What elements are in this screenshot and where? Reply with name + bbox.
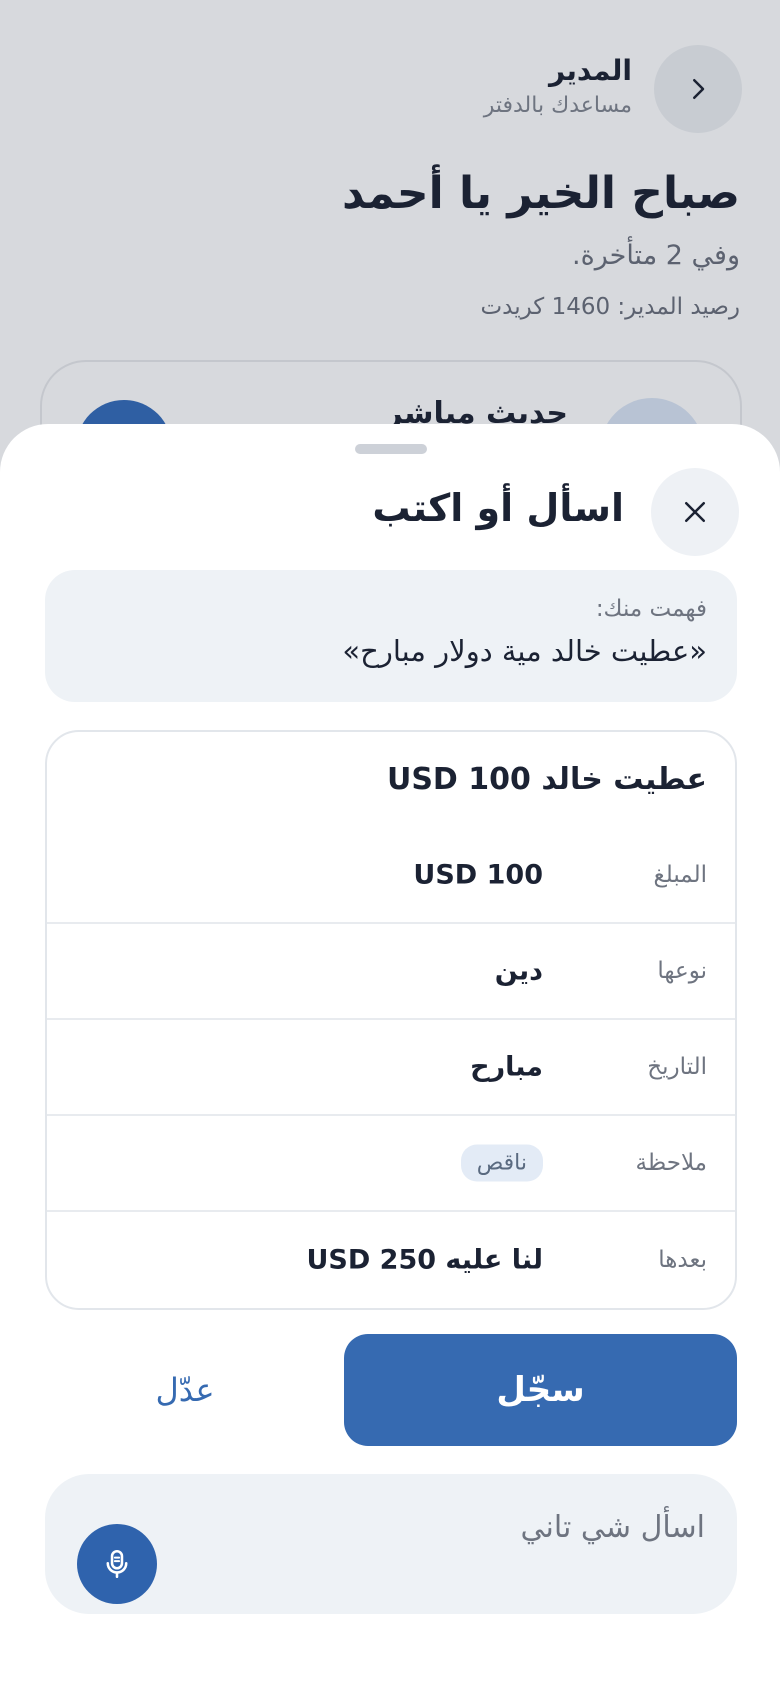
- detail-row-amount: المبلغ 100 USD: [47, 828, 735, 924]
- detail-value: لنا عليه 250 USD: [306, 1244, 543, 1276]
- understood-label: فهمت منك:: [595, 596, 707, 622]
- detail-row-note: ملاحظة ناقص: [47, 1116, 735, 1212]
- balance-text: رصيد المدير: 1460 كريدت: [480, 294, 740, 320]
- understood-box: فهمت منك: «عطيت خالد مية دولار مبارح»: [45, 570, 737, 702]
- detail-label: ملاحظة: [635, 1150, 707, 1176]
- transaction-title: عطيت خالد 100 USD: [386, 762, 707, 797]
- transaction-details-card: عطيت خالد 100 USD المبلغ 100 USD نوعها د…: [45, 730, 737, 1310]
- close-icon: [685, 502, 705, 522]
- chevron-right-icon: [693, 79, 705, 99]
- detail-row-date: التاريخ مبارح: [47, 1020, 735, 1116]
- sheet-title: اسأل أو اكتب: [372, 486, 624, 530]
- detail-value: مبارح: [470, 1051, 543, 1083]
- detail-row-type: نوعها دين: [47, 924, 735, 1020]
- back-button[interactable]: [654, 45, 742, 133]
- greeting-heading: صباح الخير يا أحمد: [341, 168, 740, 219]
- ask-placeholder: اسأل شي تاني: [520, 1510, 705, 1545]
- missing-badge[interactable]: ناقص: [460, 1144, 543, 1182]
- detail-label: المبلغ: [653, 862, 708, 888]
- microphone-icon: [106, 1549, 128, 1579]
- detail-row-after: بعدها لنا عليه 250 USD: [47, 1212, 735, 1308]
- detail-value: 100 USD: [413, 859, 543, 891]
- header-subtitle: مساعدك بالدفتر: [483, 93, 632, 118]
- late-status: وفي 2 متأخرة.: [572, 240, 740, 271]
- detail-label: بعدها: [658, 1247, 707, 1273]
- detail-label: التاريخ: [647, 1054, 707, 1080]
- detail-value: دين: [494, 955, 543, 987]
- save-button[interactable]: سجّل: [344, 1334, 737, 1446]
- ask-sheet: اسأل أو اكتب فهمت منك: «عطيت خالد مية دو…: [0, 424, 780, 1688]
- close-button[interactable]: [651, 468, 739, 556]
- sheet-drag-handle[interactable]: [355, 444, 427, 454]
- mic-button[interactable]: [77, 1524, 157, 1604]
- understood-quote: «عطيت خالد مية دولار مبارح»: [342, 634, 707, 668]
- header: المدير مساعدك بالدفتر: [484, 54, 632, 118]
- header-title: المدير: [549, 54, 632, 87]
- ask-input[interactable]: اسأل شي تاني: [45, 1474, 737, 1614]
- edit-button[interactable]: عدّل: [60, 1334, 310, 1446]
- detail-label: نوعها: [657, 958, 707, 984]
